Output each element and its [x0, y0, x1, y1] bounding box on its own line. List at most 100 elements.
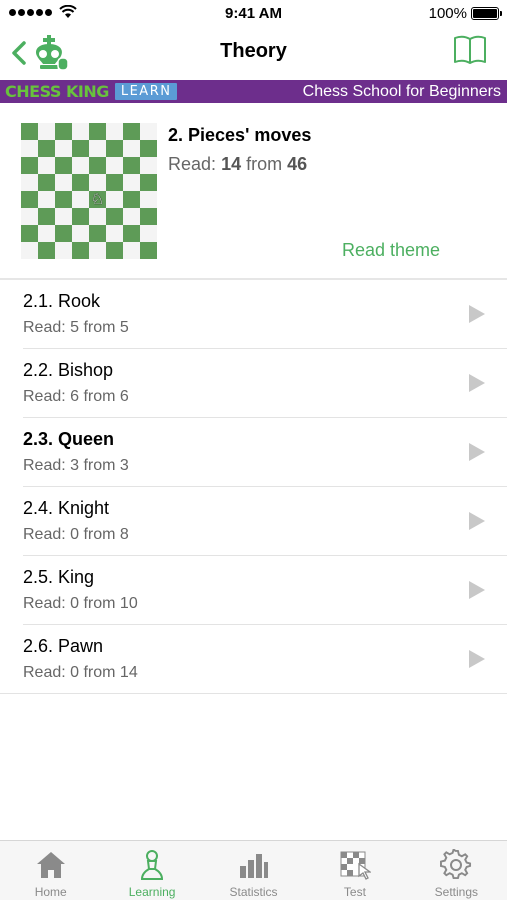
board-square — [140, 140, 157, 157]
tab-label: Learning — [128, 885, 176, 899]
tab-settings[interactable]: Settings — [406, 841, 507, 900]
board-square — [140, 123, 157, 140]
board-square — [140, 191, 157, 208]
board-square — [21, 191, 38, 208]
board-square — [55, 140, 72, 157]
school-banner: CHESS KING LEARN Chess School for Beginn… — [0, 80, 507, 103]
lesson-row-knight[interactable]: 2.4. Knight Read: 0 from 8 — [0, 487, 507, 556]
row-separator — [0, 693, 507, 694]
theme-progress-from: from — [246, 154, 283, 174]
theme-progress: Read: 14 from 46 — [168, 154, 307, 175]
board-square — [89, 242, 106, 259]
tab-learning[interactable]: Learning — [101, 841, 202, 900]
tab-label: Settings — [434, 885, 478, 899]
board-square: ♘ — [89, 191, 106, 208]
lesson-row-king[interactable]: 2.5. King Read: 0 from 10 — [0, 556, 507, 625]
board-square — [89, 123, 106, 140]
home-icon — [34, 848, 68, 882]
pawn-icon — [135, 848, 169, 882]
board-square — [21, 123, 38, 140]
play-arrow-icon — [469, 374, 485, 392]
board-square — [123, 140, 140, 157]
play-arrow-icon — [469, 581, 485, 599]
board-hand-icon — [338, 848, 372, 882]
theme-header: ♘ 2. Pieces' moves Read: 14 from 46 Read… — [0, 103, 507, 278]
read-theme-button[interactable]: Read theme — [342, 240, 440, 261]
board-square — [38, 242, 55, 259]
board-square — [21, 174, 38, 191]
board-square — [140, 242, 157, 259]
play-arrow-icon — [469, 443, 485, 461]
board-square — [38, 140, 55, 157]
board-square — [89, 174, 106, 191]
lesson-row-pawn[interactable]: 2.6. Pawn Read: 0 from 14 — [0, 625, 507, 694]
lesson-title: 2.3. Queen — [23, 429, 115, 449]
board-square — [38, 191, 55, 208]
lesson-title: 2.4. Knight — [23, 498, 110, 518]
board-square — [55, 225, 72, 242]
bar-chart-icon — [237, 848, 271, 882]
lesson-progress: Read: 0 from 14 — [23, 664, 138, 681]
board-square — [89, 208, 106, 225]
board-square — [55, 242, 72, 259]
board-square — [72, 140, 89, 157]
board-square — [106, 140, 123, 157]
board-square — [72, 191, 89, 208]
board-square — [72, 174, 89, 191]
lesson-title: 2.6. Pawn — [23, 636, 104, 656]
board-square — [72, 157, 89, 174]
board-square — [72, 242, 89, 259]
tab-statistics[interactable]: Statistics — [203, 841, 304, 900]
board-square — [55, 174, 72, 191]
board-square — [55, 123, 72, 140]
board-square — [21, 140, 38, 157]
board-square — [89, 157, 106, 174]
board-square — [140, 225, 157, 242]
board-square — [123, 208, 140, 225]
lesson-row-bishop[interactable]: 2.2. Bishop Read: 6 from 6 — [0, 349, 507, 418]
board-square — [89, 140, 106, 157]
board-square — [38, 174, 55, 191]
board-square — [140, 208, 157, 225]
gear-icon — [439, 848, 473, 882]
board-square — [123, 174, 140, 191]
board-square — [123, 191, 140, 208]
lesson-title: 2.1. Rook — [23, 291, 101, 311]
board-square — [106, 208, 123, 225]
lesson-progress: Read: 5 from 5 — [23, 319, 129, 336]
theme-read-total: 46 — [287, 154, 308, 174]
tab-test[interactable]: Test — [304, 841, 405, 900]
play-arrow-icon — [469, 512, 485, 530]
lesson-progress: Read: 0 from 10 — [23, 595, 138, 612]
board-square — [55, 191, 72, 208]
tab-bar: Home Learning Statistics Test Settings — [0, 840, 507, 900]
lesson-list: 2.1. Rook Read: 5 from 5 2.2. Bishop Rea… — [0, 280, 507, 694]
lesson-progress: Read: 6 from 6 — [23, 388, 129, 405]
battery-percentage: 100% — [428, 5, 467, 22]
page-title: Theory — [220, 40, 287, 62]
lesson-row-queen[interactable]: 2.3. Queen Read: 3 from 3 — [0, 418, 507, 487]
board-square — [21, 157, 38, 174]
board-square — [21, 208, 38, 225]
tab-label: Statistics — [229, 885, 278, 899]
play-arrow-icon — [469, 650, 485, 668]
theme-progress-prefix: Read: — [168, 154, 217, 174]
navigation-bar: Theory — [0, 28, 507, 78]
board-square — [123, 157, 140, 174]
theme-read-count: 14 — [221, 154, 242, 174]
board-square — [72, 225, 89, 242]
lesson-progress: Read: 0 from 8 — [23, 526, 129, 543]
board-square — [38, 225, 55, 242]
battery-icon — [471, 7, 502, 20]
play-arrow-icon — [469, 305, 485, 323]
book-button[interactable] — [453, 34, 487, 71]
lesson-row-rook[interactable]: 2.1. Rook Read: 5 from 5 — [0, 280, 507, 349]
tab-label: Home — [34, 885, 67, 899]
board-square — [21, 225, 38, 242]
board-square — [123, 225, 140, 242]
tab-home[interactable]: Home — [0, 841, 101, 900]
lesson-title: 2.2. Bishop — [23, 360, 114, 380]
board-square — [140, 157, 157, 174]
board-square — [38, 208, 55, 225]
board-square — [140, 174, 157, 191]
